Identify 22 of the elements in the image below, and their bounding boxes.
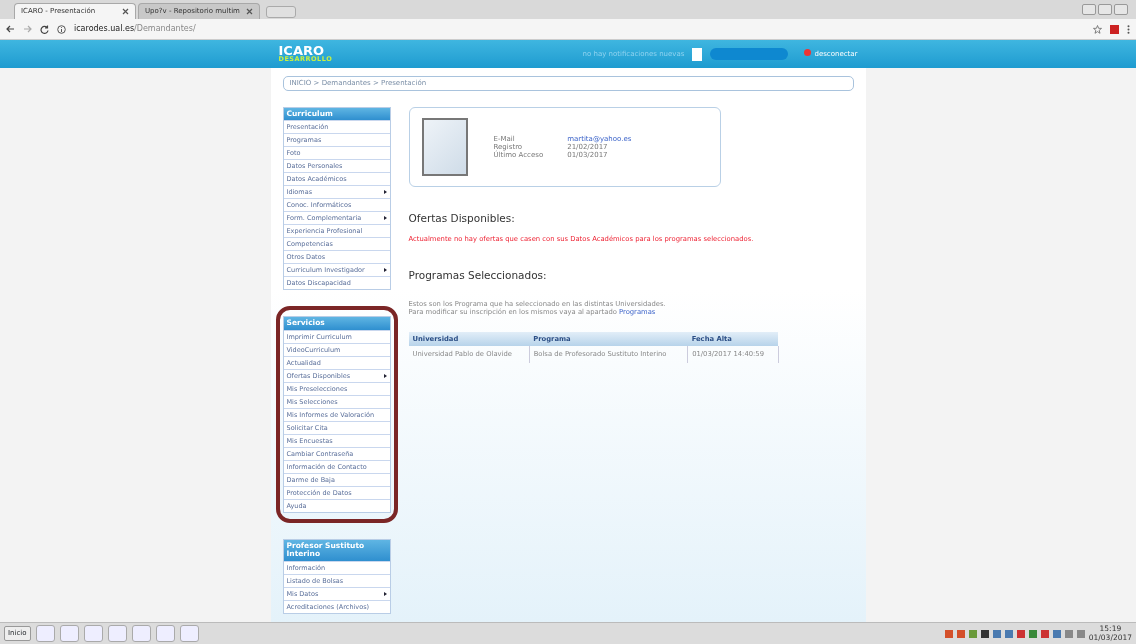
app-icon[interactable] [107,625,127,642]
extension-icon[interactable] [1110,24,1119,34]
forward-icon[interactable] [23,25,32,33]
maximize-button[interactable] [1098,4,1112,15]
reload-icon[interactable] [40,24,49,34]
photo-placeholder [421,117,468,176]
section-heading: Ofertas Disponibles: [408,210,516,226]
app-icon[interactable] [59,625,79,642]
menu-icon[interactable] [1127,24,1130,34]
section-heading: Programas Seleccionados: [408,268,548,284]
new-tab-button[interactable] [266,6,296,18]
app-icon[interactable] [179,625,199,642]
info-icon [57,24,66,34]
star-icon[interactable] [1093,24,1102,34]
notification-icon [692,47,703,61]
minimize-button[interactable] [1082,4,1096,15]
power-icon [804,48,812,56]
close-button[interactable] [1114,4,1128,15]
address-field[interactable]: icarodes.ual.es/Demandantes/ [74,23,196,35]
close-icon[interactable] [122,8,129,15]
close-icon[interactable] [246,8,253,15]
back-icon[interactable] [6,25,15,33]
